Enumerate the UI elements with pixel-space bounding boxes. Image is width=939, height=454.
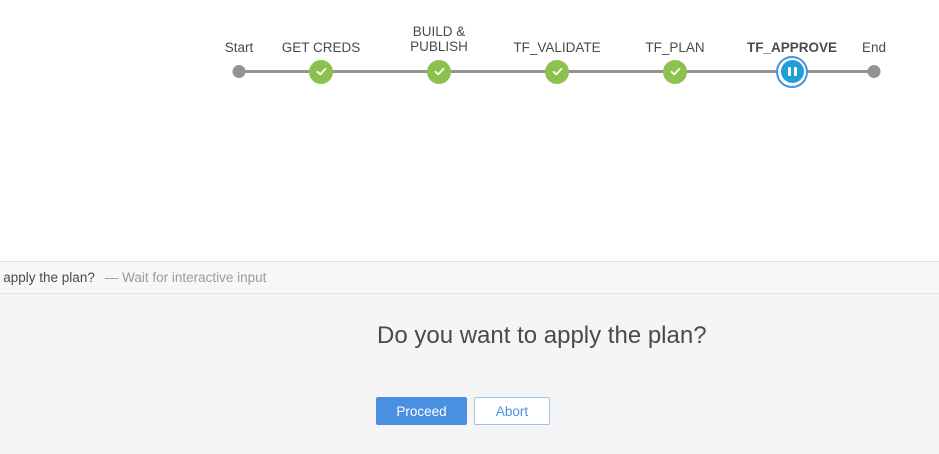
start-node — [232, 65, 246, 78]
step-subtitle: — Wait for interactive input — [104, 270, 267, 285]
stage-label-tf-plan[interactable]: TF_PLAN — [645, 40, 704, 55]
stage-label-line: PUBLISH — [410, 39, 468, 54]
stage-node-tf-approve[interactable] — [776, 55, 808, 88]
abort-button[interactable]: Abort — [474, 397, 550, 425]
input-panel — [0, 294, 939, 454]
pipeline-graph: Start GET CREDS BUILD & PUBLISH TF_VALID… — [0, 0, 939, 110]
stage-node-build-publish[interactable] — [427, 59, 451, 84]
start-label: Start — [224, 40, 254, 55]
step-header[interactable]: o apply the plan? — Wait for interactive… — [0, 261, 939, 294]
stage-node-tf-plan[interactable] — [663, 59, 687, 84]
stage-node-get-creds[interactable] — [309, 59, 333, 84]
check-icon — [434, 67, 444, 76]
stage-node-tf-validate[interactable] — [545, 59, 569, 84]
pause-icon — [780, 60, 804, 83]
input-question: Do you want to apply the plan? — [377, 322, 707, 349]
stage-label-line: BUILD & — [412, 24, 466, 39]
check-icon — [552, 67, 562, 76]
check-icon — [670, 67, 680, 76]
stage-label-tf-validate[interactable]: TF_VALIDATE — [513, 40, 600, 55]
check-icon — [316, 67, 326, 76]
stage-label-get-creds[interactable]: GET CREDS — [282, 40, 361, 55]
proceed-button[interactable]: Proceed — [376, 397, 467, 425]
stage-label-tf-approve[interactable]: TF_APPROVE — [747, 40, 837, 55]
end-node — [867, 65, 881, 78]
end-label: End — [861, 40, 887, 55]
stage-label-build-publish[interactable]: BUILD & PUBLISH — [410, 24, 468, 54]
step-title: o apply the plan? — [0, 270, 95, 285]
